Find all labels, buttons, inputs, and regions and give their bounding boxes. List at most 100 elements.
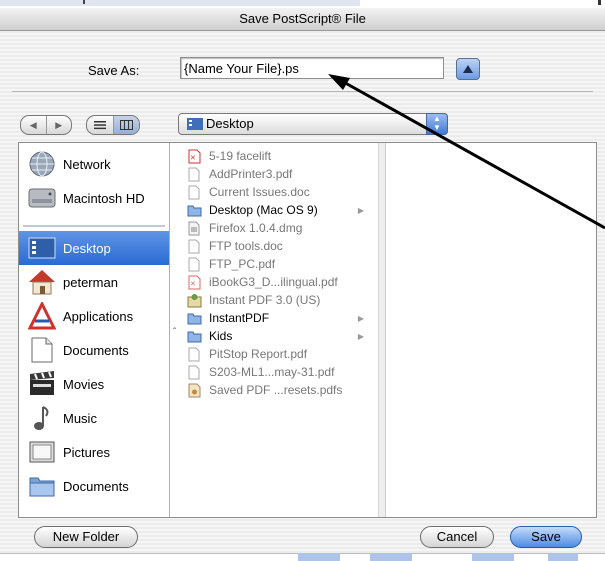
- pdf-icon: ✕: [186, 148, 202, 164]
- hard-drive-icon: [25, 183, 59, 213]
- expand-dialog-button[interactable]: [456, 58, 480, 80]
- file-name: Firefox 1.0.4.dmg: [209, 221, 303, 235]
- background-block: [548, 553, 578, 561]
- pdf-icon: ✕: [186, 274, 202, 290]
- sidebar: Network Macintosh HD Desktop peterman Ap…: [19, 143, 170, 517]
- triangle-up-icon: [463, 65, 473, 73]
- document-icon: [186, 346, 202, 362]
- file-name: 5-19 facelift: [209, 149, 272, 163]
- location-popup-label: Desktop: [206, 116, 254, 131]
- list-item[interactable]: ✕ iBookG3_D...ilingual.pdf: [186, 273, 374, 291]
- home-icon: [25, 267, 59, 297]
- list-item[interactable]: Current Issues.doc: [186, 183, 374, 201]
- sidebar-item-applications[interactable]: Applications: [19, 299, 169, 333]
- documents-folder-icon: [25, 471, 59, 501]
- save-button[interactable]: Save: [510, 526, 582, 548]
- file-name: Current Issues.doc: [209, 185, 310, 199]
- forward-arrow-icon[interactable]: ▶: [45, 116, 72, 134]
- file-browser: Network Macintosh HD Desktop peterman Ap…: [18, 142, 597, 518]
- column-scroll-gutter[interactable]: [379, 143, 386, 517]
- sidebar-separator: [23, 225, 165, 227]
- column-view-icon[interactable]: [112, 116, 139, 134]
- file-column: ✕ 5-19 facelift AddPrinter3.pdf Current …: [180, 143, 379, 517]
- desktop-icon: [25, 233, 59, 263]
- back-arrow-icon[interactable]: ◀: [21, 116, 46, 134]
- network-globe-icon: [25, 149, 59, 179]
- file-name: Desktop (Mac OS 9): [209, 203, 318, 217]
- list-item[interactable]: Firefox 1.0.4.dmg: [186, 219, 374, 237]
- sidebar-item-macintosh-hd[interactable]: Macintosh HD: [19, 181, 169, 215]
- disk-image-icon: [186, 220, 202, 236]
- sidebar-item-movies[interactable]: Movies: [19, 367, 169, 401]
- list-view-icon[interactable]: [87, 116, 113, 134]
- desktop-icon: [187, 117, 203, 130]
- background-mark: [598, 0, 601, 5]
- save-dialog: Save PostScript® File Save As: {Name You…: [0, 8, 605, 554]
- folder-icon: [186, 328, 202, 344]
- file-name: Instant PDF 3.0 (US): [209, 293, 321, 307]
- sidebar-item-label: Movies: [63, 376, 105, 392]
- filename-field[interactable]: {Name Your File}.ps: [180, 57, 444, 79]
- sidebar-item-label: Documents: [63, 478, 129, 494]
- list-item[interactable]: AddPrinter3.pdf: [186, 165, 374, 183]
- file-name: iBookG3_D...ilingual.pdf: [209, 275, 338, 289]
- svg-text:✕: ✕: [190, 154, 196, 162]
- file-name: FTP_PC.pdf: [209, 257, 276, 271]
- installer-icon: [186, 292, 202, 308]
- documents-folder-icon: [25, 335, 59, 365]
- sidebar-item-documents[interactable]: Documents: [19, 333, 169, 367]
- popup-stepper-icon: ▲ ▼: [426, 113, 448, 135]
- list-item[interactable]: Saved PDF ...resets.pdfs: [186, 381, 374, 399]
- dialog-title: Save PostScript® File: [0, 8, 605, 31]
- file-name: Saved PDF ...resets.pdfs: [209, 383, 343, 397]
- list-item[interactable]: Desktop (Mac OS 9) ▶: [186, 201, 374, 219]
- sidebar-item-label: Applications: [63, 308, 134, 324]
- music-note-icon: [25, 403, 59, 433]
- list-item[interactable]: FTP tools.doc: [186, 237, 374, 255]
- sidebar-item-label: Macintosh HD: [63, 190, 145, 206]
- file-name: FTP tools.doc: [209, 239, 283, 253]
- save-as-label: Save As:: [88, 63, 140, 78]
- sidebar-item-desktop[interactable]: Desktop: [19, 231, 169, 265]
- back-forward-control[interactable]: ◀ ▶: [20, 115, 72, 135]
- document-icon: [186, 256, 202, 272]
- document-icon: [186, 166, 202, 182]
- settings-file-icon: [186, 382, 202, 398]
- location-popup[interactable]: Desktop ▲ ▼: [178, 113, 448, 135]
- sidebar-item-label: Desktop: [63, 240, 111, 256]
- background-bar: [0, 0, 360, 6]
- list-item[interactable]: Instant PDF 3.0 (US): [186, 291, 374, 309]
- pictures-icon: [25, 437, 59, 467]
- list-item[interactable]: Kids ▶: [186, 327, 374, 345]
- background-block: [370, 553, 412, 561]
- column-resize-handle[interactable]: ˆ: [173, 327, 176, 338]
- sidebar-item-label: peterman: [63, 274, 118, 290]
- file-name: AddPrinter3.pdf: [209, 167, 293, 181]
- document-icon: [186, 238, 202, 254]
- view-mode-control[interactable]: [86, 115, 140, 135]
- disclosure-arrow-icon: ▶: [357, 331, 364, 341]
- sidebar-item-label: Network: [63, 156, 111, 172]
- folder-icon: [186, 310, 202, 326]
- list-item[interactable]: InstantPDF ▶: [186, 309, 374, 327]
- background-mark: [83, 0, 85, 4]
- new-folder-button[interactable]: New Folder: [34, 526, 138, 548]
- list-item[interactable]: PitStop Report.pdf: [186, 345, 374, 363]
- sidebar-item-documents[interactable]: Documents: [19, 469, 169, 503]
- sidebar-item-network[interactable]: Network: [19, 147, 169, 181]
- sidebar-item-peterman[interactable]: peterman: [19, 265, 169, 299]
- sidebar-item-music[interactable]: Music: [19, 401, 169, 435]
- disclosure-arrow-icon: ▶: [357, 313, 364, 323]
- document-icon: [186, 364, 202, 380]
- cancel-button[interactable]: Cancel: [420, 526, 494, 548]
- list-item[interactable]: FTP_PC.pdf: [186, 255, 374, 273]
- file-column: [387, 143, 596, 517]
- list-item[interactable]: ✕ 5-19 facelift: [186, 147, 374, 165]
- clapper-icon: [25, 369, 59, 399]
- list-item[interactable]: S203-ML1...may-31.pdf: [186, 363, 374, 381]
- file-name: S203-ML1...may-31.pdf: [209, 365, 335, 379]
- sidebar-item-pictures[interactable]: Pictures: [19, 435, 169, 469]
- document-icon: [186, 184, 202, 200]
- background-block: [298, 553, 340, 561]
- applications-icon: [25, 301, 59, 331]
